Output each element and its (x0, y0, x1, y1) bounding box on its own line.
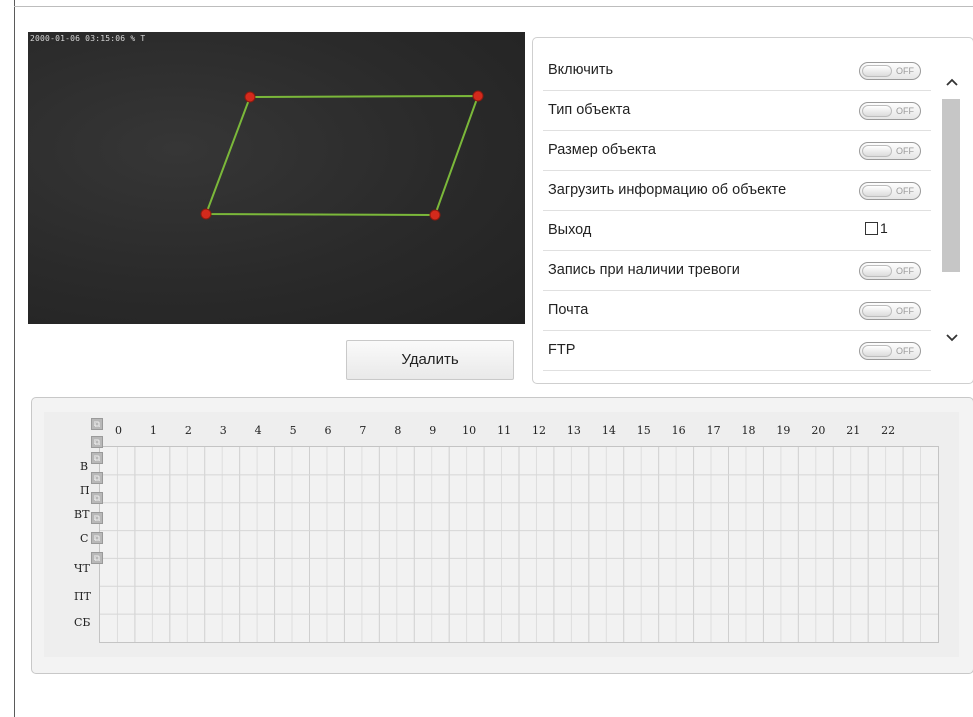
hour-label: 18 (741, 424, 756, 437)
hour-label: 8 (394, 424, 402, 437)
scrollbar-thumb[interactable] (942, 99, 960, 272)
hour-label: 20 (811, 424, 826, 437)
toggle-knob (862, 345, 892, 357)
hour-label: 21 (846, 424, 861, 437)
day-label: С (80, 532, 89, 545)
chevron-up-icon[interactable] (943, 74, 961, 92)
toggle-knob (862, 185, 892, 197)
polygon-vertex (472, 90, 484, 102)
day-label: В (80, 460, 89, 473)
top-frame-border (14, 6, 973, 7)
day-label: СБ (74, 616, 91, 629)
toggle-knob (862, 265, 892, 277)
copy-icon[interactable]: ⧉ (91, 452, 103, 464)
hour-label: 6 (324, 424, 332, 437)
toggle-knob (862, 305, 892, 317)
object-type-toggle[interactable]: OFF (859, 102, 921, 120)
toggle-knob (862, 65, 892, 77)
settings-panel: Включить OFF Тип объекта OFF Размер объе… (532, 37, 973, 384)
hour-label: 14 (601, 424, 616, 437)
toggle-knob (862, 145, 892, 157)
hour-label: 11 (497, 424, 512, 437)
schedule-grid-lines (100, 447, 938, 642)
video-preview[interactable]: 2000-01-06 03:15:06 % T (28, 32, 525, 324)
output-checkbox[interactable] (865, 222, 878, 235)
day-label: ПТ (74, 590, 91, 603)
schedule-grid[interactable] (99, 446, 939, 643)
enable-toggle[interactable]: OFF (859, 62, 921, 80)
setting-label: Включить (548, 62, 614, 78)
delete-button[interactable]: Удалить (346, 340, 514, 380)
hour-label: 3 (219, 424, 227, 437)
settings-scrollbar[interactable] (941, 38, 961, 383)
toggle-state: OFF (896, 266, 914, 276)
hour-label: 2 (184, 424, 192, 437)
setting-row-upload-info: Загрузить информацию об объекте OFF (543, 170, 931, 211)
setting-row-mail: Почта OFF (543, 290, 931, 331)
copy-icon[interactable]: ⧉ (91, 512, 103, 524)
toggle-state: OFF (896, 346, 914, 356)
copy-icon[interactable]: ⧉ (91, 418, 103, 430)
hour-label: 4 (254, 424, 262, 437)
setting-label: Почта (548, 302, 589, 318)
ftp-toggle[interactable]: OFF (859, 342, 921, 360)
polygon-vertex (429, 209, 441, 221)
mail-toggle[interactable]: OFF (859, 302, 921, 320)
setting-label: FTP (548, 342, 576, 358)
output-checkbox-label: 1 (880, 220, 888, 236)
hour-label: 13 (566, 424, 581, 437)
chevron-down-icon[interactable] (943, 330, 961, 348)
hour-label: 10 (462, 424, 477, 437)
setting-label: Размер объекта (548, 142, 656, 158)
toggle-knob (862, 105, 892, 117)
setting-label: Выход (548, 222, 592, 238)
copy-icon[interactable]: ⧉ (91, 472, 103, 484)
schedule-area: ⧉ 0 1 2 3 4 5 6 7 8 9 10 11 12 13 14 15 16 17 18 19 20 21 22 ⧉ ⧉… (44, 412, 959, 657)
setting-row-enable: Включить OFF (543, 50, 931, 91)
day-label: ЧТ (74, 562, 90, 575)
upload-info-toggle[interactable]: OFF (859, 182, 921, 200)
alarm-record-toggle[interactable]: OFF (859, 262, 921, 280)
copy-icon[interactable]: ⧉ (91, 436, 103, 448)
toggle-state: OFF (896, 106, 914, 116)
hour-label: 5 (289, 424, 297, 437)
detection-region-overlay[interactable] (28, 32, 525, 324)
copy-icon[interactable]: ⧉ (91, 532, 103, 544)
toggle-state: OFF (896, 146, 914, 156)
setting-label: Запись при наличии тревоги (548, 262, 740, 278)
hour-label: 7 (359, 424, 367, 437)
setting-row-object-type: Тип объекта OFF (543, 90, 931, 131)
detection-polygon (204, 94, 480, 217)
hour-label: 15 (636, 424, 651, 437)
polygon-vertex (200, 208, 212, 220)
toggle-state: OFF (896, 186, 914, 196)
left-frame-border (14, 0, 15, 717)
setting-row-ftp: FTP OFF (543, 330, 931, 371)
hour-label: 17 (706, 424, 721, 437)
toggle-state: OFF (896, 306, 914, 316)
setting-row-alarm-record: Запись при наличии тревоги OFF (543, 250, 931, 291)
polygon-vertex (244, 91, 256, 103)
setting-label: Тип объекта (548, 102, 631, 118)
object-size-toggle[interactable]: OFF (859, 142, 921, 160)
day-label: ВТ (74, 508, 90, 521)
hour-label: 22 (881, 424, 896, 437)
setting-label: Загрузить информацию об объекте (548, 182, 787, 198)
hour-label: 19 (776, 424, 791, 437)
setting-row-object-size: Размер объекта OFF (543, 130, 931, 171)
copy-icon[interactable]: ⧉ (91, 552, 103, 564)
toggle-state: OFF (896, 66, 914, 76)
day-label: П (80, 484, 90, 497)
hour-label: 12 (532, 424, 546, 437)
copy-icon[interactable]: ⧉ (91, 492, 103, 504)
setting-row-output: Выход 1 (543, 210, 931, 251)
schedule-panel: ⧉ 0 1 2 3 4 5 6 7 8 9 10 11 12 13 14 15 16 17 18 19 20 21 22 ⧉ ⧉… (31, 397, 973, 674)
hour-label: 0 (115, 424, 122, 437)
hour-label: 16 (671, 424, 686, 437)
hour-label: 9 (429, 424, 437, 437)
hour-label: 1 (149, 424, 157, 437)
